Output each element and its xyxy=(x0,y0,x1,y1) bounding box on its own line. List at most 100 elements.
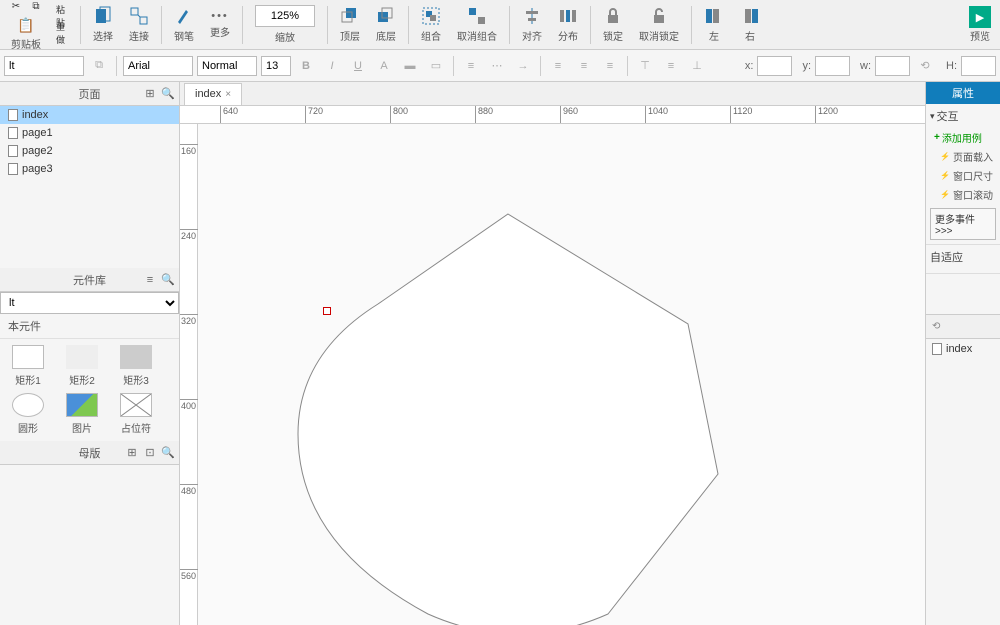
zoom-group: 缩放 xyxy=(251,3,319,46)
cut-icon[interactable]: ✂ xyxy=(8,0,24,15)
event-item[interactable]: ⚡窗口滚动 xyxy=(930,185,996,204)
w-input[interactable] xyxy=(875,56,910,76)
canvas[interactable] xyxy=(198,124,925,625)
copy-icon[interactable]: ⧉ xyxy=(28,0,44,15)
page-icon xyxy=(8,127,18,139)
repeat-small[interactable]: 重做 xyxy=(56,25,72,41)
ungroup-button[interactable]: 取消组合 xyxy=(453,4,501,45)
pages-panel-header: 页面 ⊞ 🔍 xyxy=(0,82,179,106)
outline-panel: ⟲ index xyxy=(926,314,1000,359)
ungroup-icon xyxy=(467,6,487,26)
front-button[interactable]: 顶层 xyxy=(336,4,364,45)
clipboard-group[interactable]: ✂ ⧉ 📋 剪贴板 xyxy=(4,0,48,53)
font-size-input[interactable] xyxy=(261,56,291,76)
library-menu-icon[interactable]: ≡ xyxy=(143,273,157,287)
search-page-icon[interactable]: 🔍 xyxy=(161,87,175,101)
tab-active[interactable]: index × xyxy=(184,83,242,105)
underline-button[interactable]: U xyxy=(347,56,369,76)
custom-shape[interactable] xyxy=(268,194,798,625)
page-item-page1[interactable]: page1 xyxy=(0,124,179,142)
add-master2-icon[interactable]: ⊡ xyxy=(143,446,157,460)
distribute-button[interactable]: 分布 xyxy=(554,4,582,45)
add-page-icon[interactable]: ⊞ xyxy=(143,87,157,101)
outline-header: ⟲ xyxy=(926,315,1000,339)
widget-rect-light[interactable]: 矩形2 xyxy=(58,345,106,387)
vertical-ruler[interactable]: 160240320400480560 xyxy=(180,124,198,625)
clipboard-label: 剪贴板 xyxy=(11,36,41,51)
more-tool[interactable]: ••• 更多 xyxy=(206,8,234,41)
horizontal-ruler[interactable]: 640720800880960104011201200 xyxy=(180,106,925,124)
format-bar: ⧉ B I U A ▬ ▭ ≡ ⋯ → ≡ ≡ ≡ ⊤ ≡ ⊥ x: y: w:… xyxy=(0,50,1000,82)
event-item[interactable]: ⚡页面载入 xyxy=(930,147,996,166)
pen-tool[interactable]: 钢笔 xyxy=(170,4,198,45)
widget-rect-fill[interactable]: 矩形3 xyxy=(112,345,160,387)
main-toolbar: ✂ ⧉ 📋 剪贴板 粘贴 重做 选择 连接 钢笔 ••• 更多 缩放 顶层 底层… xyxy=(0,0,1000,50)
align-right-button[interactable]: 右 xyxy=(736,4,764,45)
arrow-button[interactable]: → xyxy=(512,56,534,76)
valign-top[interactable]: ⊤ xyxy=(634,56,656,76)
bold-button[interactable]: B xyxy=(295,56,317,76)
library-select[interactable]: lt xyxy=(0,292,179,314)
align-text-center[interactable]: ≡ xyxy=(573,56,595,76)
align-left-button[interactable]: 左 xyxy=(700,4,728,45)
valign-bottom[interactable]: ⊥ xyxy=(686,56,708,76)
widget-placeholder[interactable]: 占位符 xyxy=(112,393,160,435)
more-events-button[interactable]: 更多事件>>> xyxy=(930,208,996,240)
font-style-select[interactable] xyxy=(197,56,257,76)
widget-image[interactable]: 图片 xyxy=(58,393,106,435)
copy-format-icon[interactable]: ⧉ xyxy=(88,56,110,76)
add-case-button[interactable]: +添加用例 xyxy=(930,128,996,147)
unlock-button[interactable]: 取消锁定 xyxy=(635,4,683,45)
fill-button[interactable]: ▬ xyxy=(399,56,421,76)
align-button[interactable]: 对齐 xyxy=(518,4,546,45)
paste-icon[interactable]: 📋 xyxy=(17,17,34,34)
font-color-button[interactable]: A xyxy=(373,56,395,76)
style-preset-select[interactable] xyxy=(4,56,84,76)
zoom-input[interactable] xyxy=(255,5,315,27)
library-category: 本元件 xyxy=(0,314,179,339)
valign-middle[interactable]: ≡ xyxy=(660,56,682,76)
library-search-icon[interactable]: 🔍 xyxy=(161,273,175,287)
x-label: x: xyxy=(745,60,754,72)
close-icon[interactable]: × xyxy=(225,89,231,100)
group-button[interactable]: 组合 xyxy=(417,4,445,45)
h-input[interactable] xyxy=(961,56,996,76)
line-width-button[interactable]: ≡ xyxy=(460,56,482,76)
connect-tool[interactable]: 连接 xyxy=(125,4,153,45)
add-master-icon[interactable]: ⊞ xyxy=(125,446,139,460)
back-button[interactable]: 底层 xyxy=(372,4,400,45)
page-item-page2[interactable]: page2 xyxy=(0,142,179,160)
library-title: 元件库 xyxy=(73,272,106,288)
canvas-area: index × 640720800880960104011201200 1602… xyxy=(180,82,925,625)
align-text-right[interactable]: ≡ xyxy=(599,56,621,76)
widget-grid: 矩形1矩形2矩形3 圆形图片占位符 xyxy=(0,339,179,441)
page-list: indexpage1page2page3 xyxy=(0,106,179,178)
vertex-handle[interactable] xyxy=(323,307,331,315)
w-label: w: xyxy=(860,60,871,72)
line-style-button[interactable]: ⋯ xyxy=(486,56,508,76)
page-icon xyxy=(8,109,18,121)
page-item-index[interactable]: index xyxy=(0,106,179,124)
outline-item[interactable]: index xyxy=(926,339,1000,359)
pen-icon xyxy=(174,6,194,26)
lock-ratio-icon[interactable]: ⟲ xyxy=(914,56,936,76)
y-input[interactable] xyxy=(815,56,850,76)
widget-rect-outline[interactable]: 矩形1 xyxy=(4,345,52,387)
preview-button[interactable]: ▶ 预览 xyxy=(964,6,996,43)
x-input[interactable] xyxy=(757,56,792,76)
interaction-title[interactable]: ▾交互 xyxy=(930,108,996,124)
page-item-page3[interactable]: page3 xyxy=(0,160,179,178)
master-search-icon[interactable]: 🔍 xyxy=(161,446,175,460)
left-panel: 页面 ⊞ 🔍 indexpage1page2page3 元件库 ≡ 🔍 lt 本… xyxy=(0,82,180,625)
italic-button[interactable]: I xyxy=(321,56,343,76)
lock-button[interactable]: 锁定 xyxy=(599,4,627,45)
align-right-icon xyxy=(740,6,760,26)
connect-icon xyxy=(129,6,149,26)
distribute-icon xyxy=(558,6,578,26)
select-tool[interactable]: 选择 xyxy=(89,4,117,45)
border-button[interactable]: ▭ xyxy=(425,56,447,76)
font-select[interactable] xyxy=(123,56,193,76)
align-text-left[interactable]: ≡ xyxy=(547,56,569,76)
widget-ellipse[interactable]: 圆形 xyxy=(4,393,52,435)
event-item[interactable]: ⚡窗口尺寸 xyxy=(930,166,996,185)
